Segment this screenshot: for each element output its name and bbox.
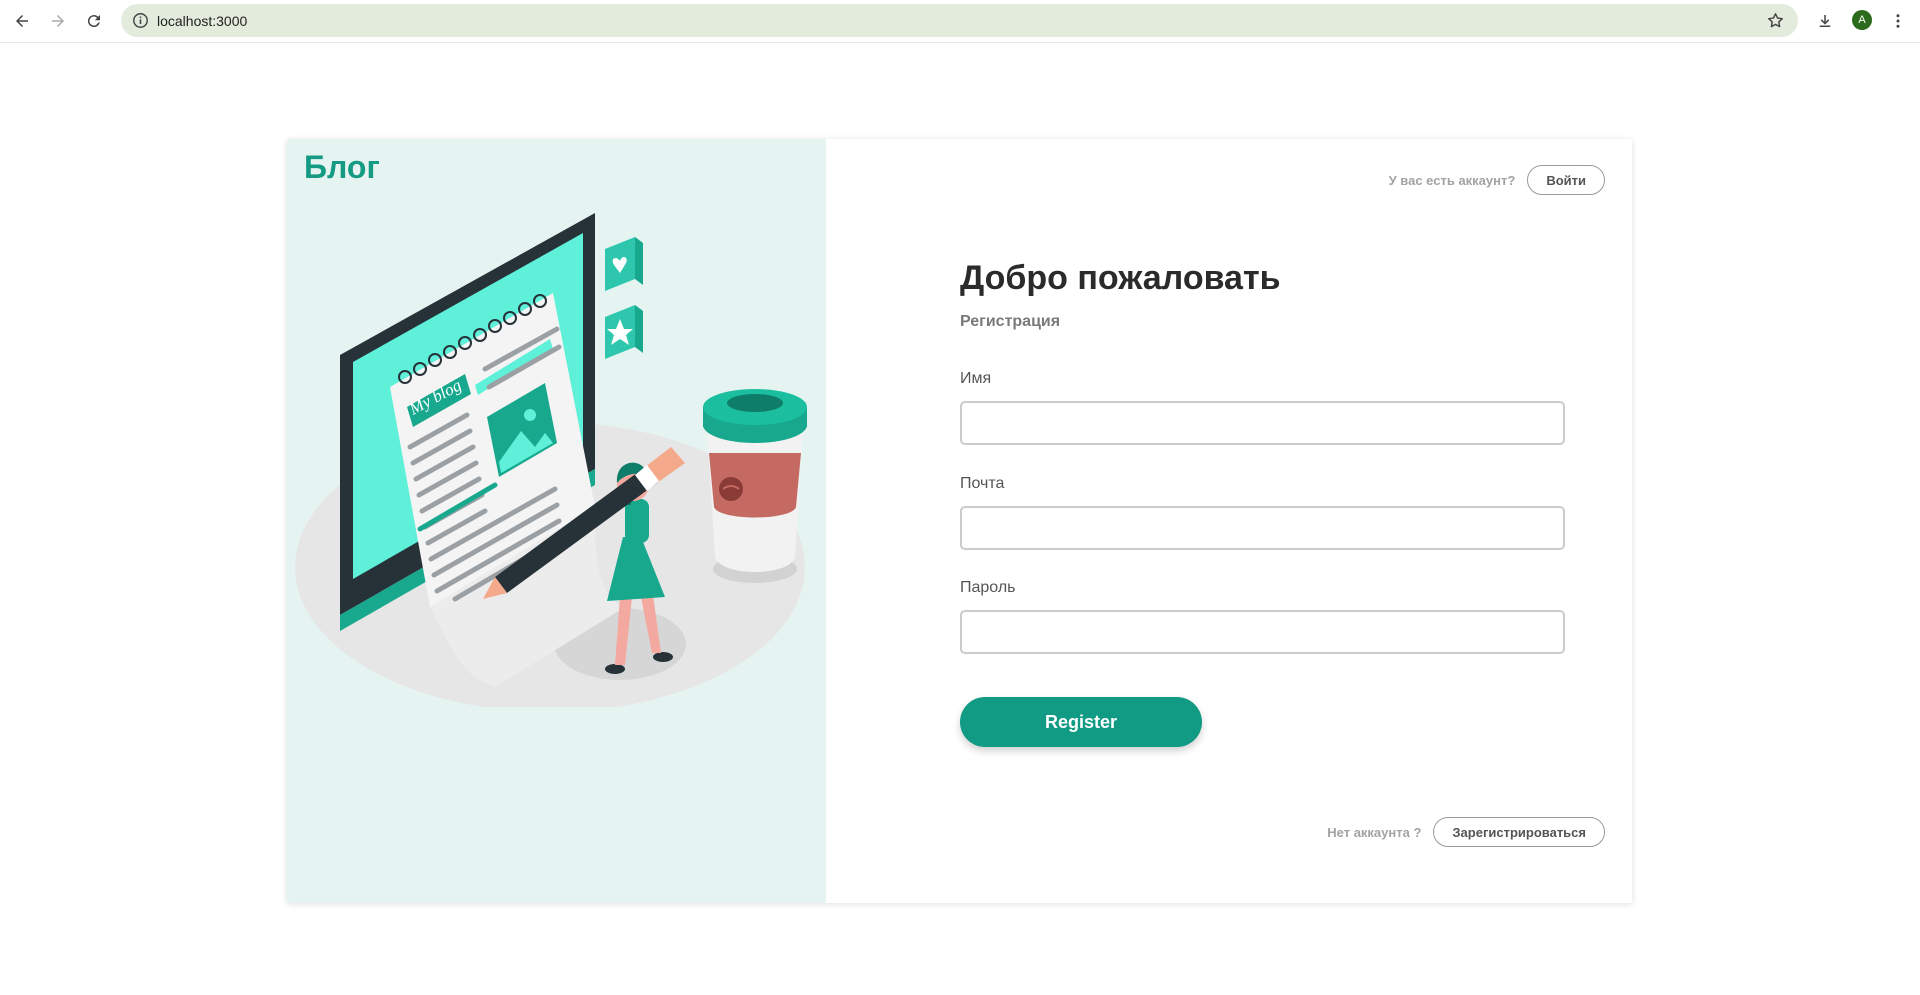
address-bar[interactable]: localhost:3000	[121, 4, 1798, 37]
url-text[interactable]: localhost:3000	[157, 13, 247, 29]
page-title: Добро пожаловать	[960, 259, 1281, 297]
reload-icon	[87, 15, 100, 28]
email-label: Почта	[960, 475, 1005, 492]
login-button[interactable]: Войти	[1527, 165, 1605, 195]
name-label: Имя	[960, 370, 992, 387]
site-info-icon[interactable]	[131, 11, 150, 30]
avatar[interactable]: A	[1852, 10, 1872, 30]
has-account-text: У вас есть аккаунт?	[1388, 172, 1516, 188]
back-icon	[16, 15, 28, 27]
brand-title: Блог	[304, 149, 380, 185]
reload-button[interactable]	[81, 8, 107, 34]
browser-menu-button[interactable]	[1885, 8, 1911, 34]
download-icon	[1819, 15, 1831, 27]
forward-icon	[52, 15, 64, 27]
no-account-text: Нет аккаунта ?	[1327, 824, 1422, 840]
bookmark-star-icon[interactable]	[1766, 11, 1785, 30]
login-prompt: У вас есть аккаунт? Войти	[1389, 165, 1605, 195]
signup-prompt: Нет аккаунта ? Зарегистрироваться	[1327, 817, 1605, 847]
illustration-panel: Блог My blog	[287, 139, 826, 903]
register-card: Блог My blog У вас есть аккаунт? Войти Д…	[287, 139, 1632, 903]
browser-toolbar: localhost:3000 A	[0, 0, 1920, 43]
form-panel: У вас есть аккаунт? Войти Добро пожалова…	[826, 139, 1632, 903]
password-label: Пароль	[960, 579, 1016, 596]
register-button[interactable]: Register	[960, 697, 1202, 747]
email-field[interactable]	[960, 506, 1565, 550]
page-subtitle: Регистрация	[960, 313, 1061, 330]
name-field[interactable]	[960, 401, 1565, 445]
menu-kebab-icon	[1896, 14, 1900, 28]
signup-button[interactable]: Зарегистрироваться	[1433, 817, 1605, 847]
download-button[interactable]	[1812, 8, 1838, 34]
back-button[interactable]	[9, 8, 35, 34]
forward-button[interactable]	[45, 8, 71, 34]
password-field[interactable]	[960, 610, 1565, 654]
blog-illustration: My blog	[295, 213, 807, 707]
